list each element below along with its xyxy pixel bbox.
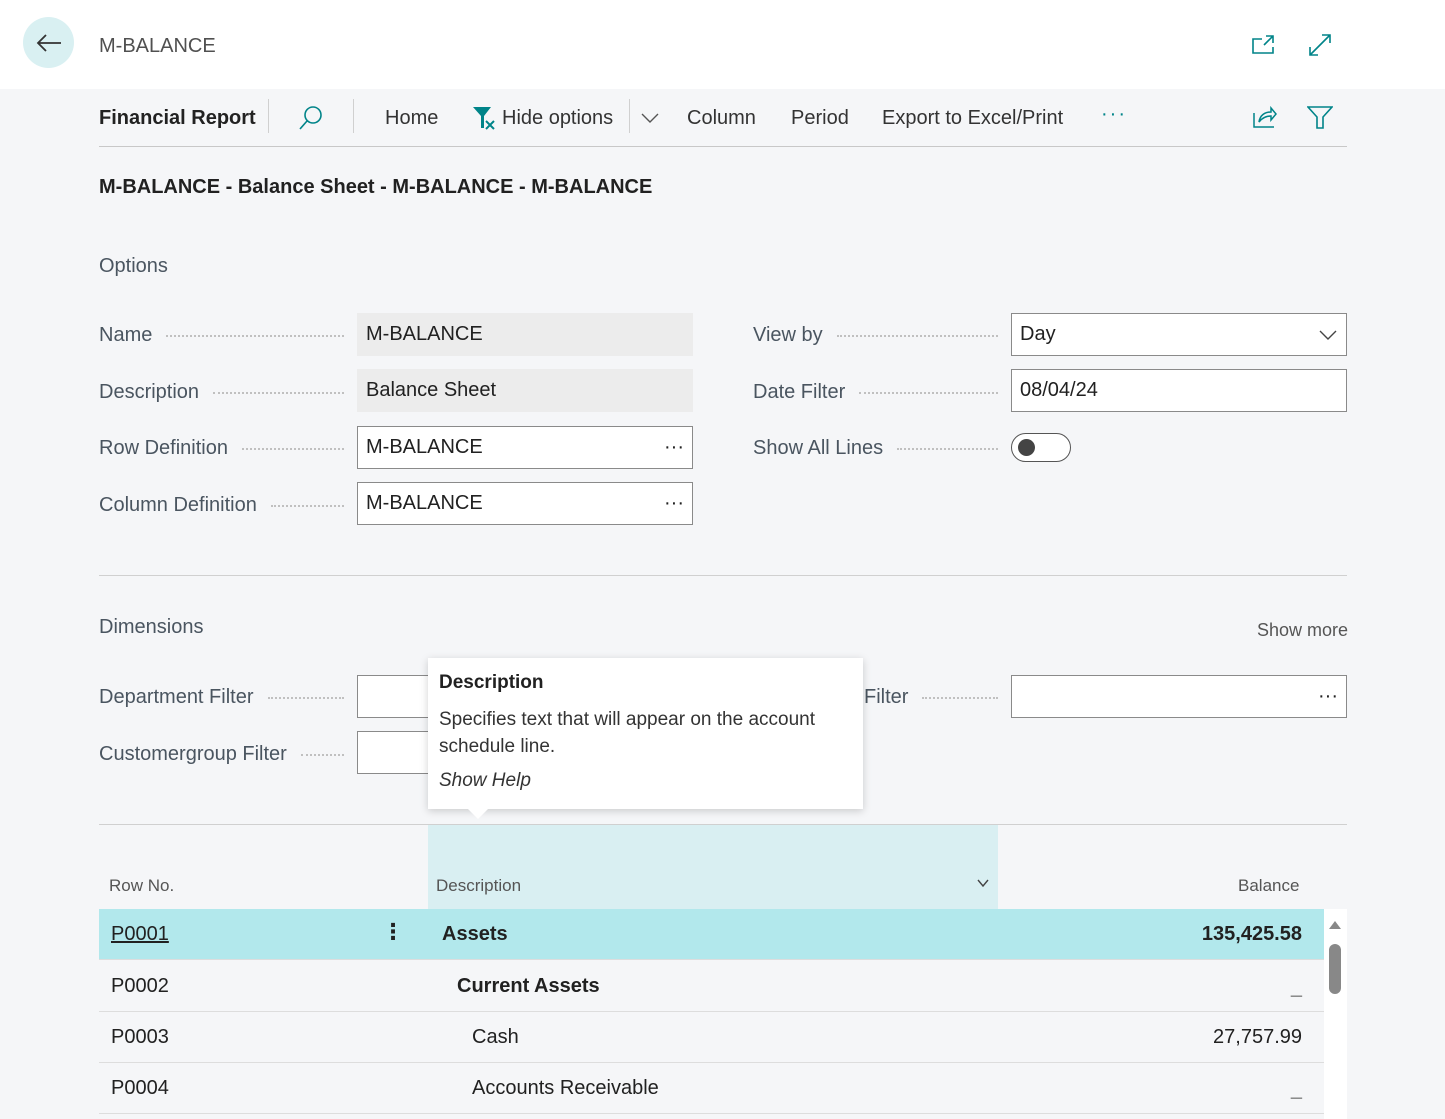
row-description: Assets [442,923,508,945]
chevron-down-icon[interactable] [640,107,660,133]
date-filter-input[interactable]: 08/04/24 [1011,369,1347,412]
show-help-link[interactable]: Show Help [439,770,852,792]
row-description: Cash [472,1026,519,1048]
column-definition-field[interactable]: M-BALANCE ··· [357,482,693,525]
show-all-lines-label: Show All Lines [753,437,998,460]
row-balance[interactable]: _ [1291,977,1302,1000]
date-filter-label: Date Filter [753,381,998,404]
back-button[interactable] [23,17,74,68]
scrollbar[interactable] [1324,909,1347,1119]
department-filter-label: Department Filter [99,686,344,709]
column-definition-label: Column Definition [99,494,344,517]
row-actions-icon[interactable]: ⋮ [382,919,404,945]
view-by-select[interactable]: Day [1011,313,1347,356]
share-icon[interactable] [1252,105,1278,135]
row-no[interactable]: P0004 [111,1077,169,1100]
chevron-down-icon[interactable] [976,876,990,895]
dimension-filter-input[interactable]: ··· [1011,675,1347,718]
row-definition-field[interactable]: M-BALANCE ··· [357,426,693,469]
row-description: Accounts Receivable [472,1077,659,1099]
back-arrow-icon [36,33,61,52]
row-balance[interactable]: 135,425.58 [1202,923,1302,946]
hide-options-button[interactable]: Hide options [502,107,613,130]
period-menu[interactable]: Period [791,107,849,130]
row-balance[interactable]: _ [1291,1079,1302,1102]
tooltip-text: Specifies text that will appear on the a… [439,709,816,757]
search-icon[interactable] [298,105,324,137]
export-menu[interactable]: Export to Excel/Print [882,107,1063,130]
divider [99,575,1347,576]
description-column-highlight [428,825,998,909]
table-row[interactable]: P0003 Cash 27,757.99 [99,1012,1324,1063]
lookup-icon[interactable]: ··· [1318,685,1338,708]
tooltip-title: Description [439,672,544,693]
header-title: M-BALANCE [99,35,216,57]
name-label: Name [99,324,344,347]
row-no[interactable]: P0002 [111,975,169,998]
page-name: Financial Report [99,107,256,129]
row-balance[interactable]: 27,757.99 [1213,1026,1302,1049]
description-field[interactable]: Balance Sheet [357,369,693,412]
scroll-up-icon[interactable] [1329,921,1341,929]
table-row[interactable]: P0001 ⋮ Assets 135,425.58 [99,909,1324,960]
open-in-new-window-icon[interactable] [1252,34,1276,56]
clear-filter-icon [472,105,498,137]
column-header-description[interactable]: Description [436,876,521,896]
dimensions-heading[interactable]: Dimensions [99,616,203,639]
expand-icon[interactable] [1308,33,1332,57]
lookup-icon[interactable]: ··· [664,436,684,459]
row-no-link[interactable]: P0001 [111,923,169,946]
view-by-label: View by [753,324,998,347]
chevron-down-icon [1319,330,1337,340]
filter-label: Filter [864,686,998,709]
table-row[interactable]: P0002 Current Assets _ [99,961,1324,1012]
table-row[interactable]: P0004 Accounts Receivable _ [99,1063,1324,1114]
row-description: Current Assets [457,975,600,997]
home-menu[interactable]: Home [385,107,438,130]
header [0,0,1445,89]
scrollbar-thumb[interactable] [1329,944,1341,994]
page-title: M-BALANCE - Balance Sheet - M-BALANCE - … [99,176,653,198]
column-header-row-no[interactable]: Row No. [109,876,174,896]
show-more-link[interactable]: Show more [1257,620,1348,641]
more-icon[interactable]: ··· [1101,103,1127,126]
name-field[interactable]: M-BALANCE [357,313,693,356]
column-menu[interactable]: Column [687,107,756,130]
options-heading[interactable]: Options [99,255,168,278]
customergroup-filter-label: Customergroup Filter [99,743,344,766]
action-bar: Financial Report Home Hide options Colum… [99,89,1347,147]
row-definition-label: Row Definition [99,437,344,460]
column-header-balance[interactable]: Balance [1238,876,1299,896]
lookup-icon[interactable]: ··· [664,492,684,515]
description-label: Description [99,381,344,404]
row-no[interactable]: P0003 [111,1026,169,1049]
tooltip: Description Specifies text that will app… [428,658,863,819]
filter-icon[interactable] [1306,105,1334,137]
show-all-lines-toggle[interactable] [1011,433,1071,462]
